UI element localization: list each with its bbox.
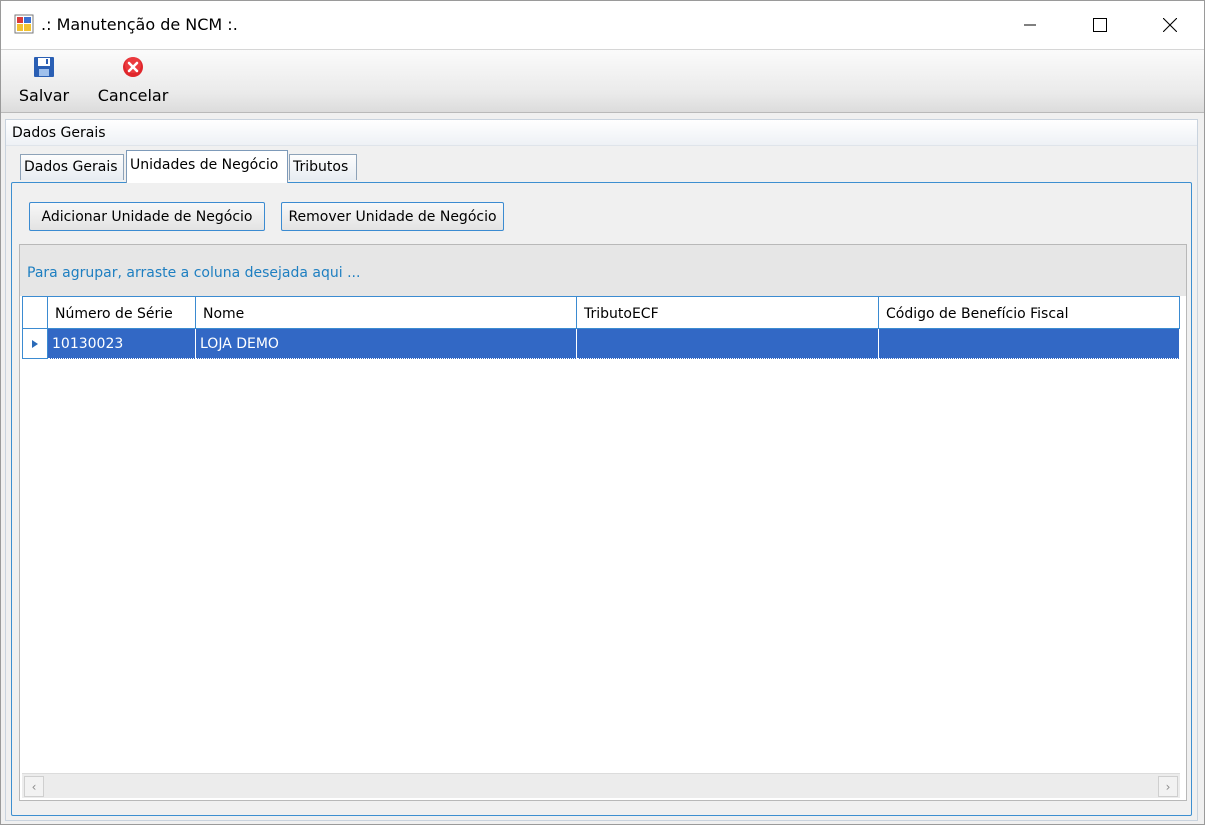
chevron-left-icon: ‹ — [31, 779, 37, 794]
window-title: .: Manutenção de NCM :. — [41, 15, 238, 34]
maximize-icon — [1093, 18, 1107, 32]
add-business-unit-button[interactable]: Adicionar Unidade de Negócio — [29, 202, 265, 231]
app-icon — [14, 14, 34, 34]
horizontal-scrollbar[interactable]: ‹ › — [22, 773, 1180, 798]
title-bar: .: Manutenção de NCM :. — [1, 1, 1204, 49]
group-by-hint: Para agrupar, arraste a coluna desejada … — [27, 265, 361, 281]
ncm-window: .: Manutenção de NCM :. Salvar Cancelar … — [0, 0, 1205, 825]
table-row[interactable]: 10130023 LOJA DEMO — [22, 329, 1180, 359]
remove-business-unit-button[interactable]: Remover Unidade de Negócio — [281, 202, 504, 231]
dados-gerais-group: Dados Gerais Dados Gerais Unidades de Ne… — [5, 119, 1198, 821]
column-header-tributoecf[interactable]: TributoECF — [577, 296, 879, 329]
row-pointer-icon — [32, 339, 38, 348]
cancel-circle-icon — [121, 54, 145, 80]
group-header: Dados Gerais — [6, 120, 1197, 146]
scroll-right-button[interactable]: › — [1158, 776, 1178, 797]
unidades-tab-panel: Adicionar Unidade de Negócio Remover Uni… — [11, 182, 1192, 816]
toolbar: Salvar Cancelar — [1, 49, 1204, 113]
tab-tributos[interactable]: Tributos — [289, 154, 357, 180]
tab-unidades-de-negocio[interactable]: Unidades de Negócio — [126, 150, 288, 183]
column-header-codigo-beneficio-fiscal[interactable]: Código de Benefício Fiscal — [879, 296, 1180, 329]
row-selector[interactable] — [22, 329, 48, 359]
cell-codigo-beneficio-fiscal[interactable] — [879, 329, 1180, 359]
cell-nome[interactable]: LOJA DEMO — [196, 329, 577, 359]
minimize-button[interactable] — [995, 1, 1065, 49]
close-icon — [1163, 18, 1177, 32]
group-title: Dados Gerais — [12, 125, 106, 141]
chevron-right-icon: › — [1165, 779, 1171, 794]
minimize-icon — [1024, 24, 1036, 26]
save-button[interactable]: Salvar — [17, 54, 71, 110]
maximize-button[interactable] — [1065, 1, 1135, 49]
cell-tributoecf[interactable] — [577, 329, 879, 359]
column-header-numero-de-serie[interactable]: Número de Série — [48, 296, 196, 329]
row-header-corner — [22, 296, 48, 329]
group-by-panel[interactable]: Para agrupar, arraste a coluna desejada … — [20, 245, 1186, 296]
close-button[interactable] — [1135, 1, 1204, 49]
save-label: Salvar — [18, 86, 70, 105]
cancel-label: Cancelar — [97, 86, 169, 105]
cell-numero-de-serie[interactable]: 10130023 — [48, 329, 196, 359]
scroll-left-button[interactable]: ‹ — [24, 776, 44, 797]
floppy-disk-icon — [32, 54, 56, 80]
business-units-grid: Para agrupar, arraste a coluna desejada … — [19, 244, 1187, 801]
column-header-nome[interactable]: Nome — [196, 296, 577, 329]
tab-dados-gerais[interactable]: Dados Gerais — [20, 154, 124, 180]
cancel-button[interactable]: Cancelar — [95, 54, 171, 110]
